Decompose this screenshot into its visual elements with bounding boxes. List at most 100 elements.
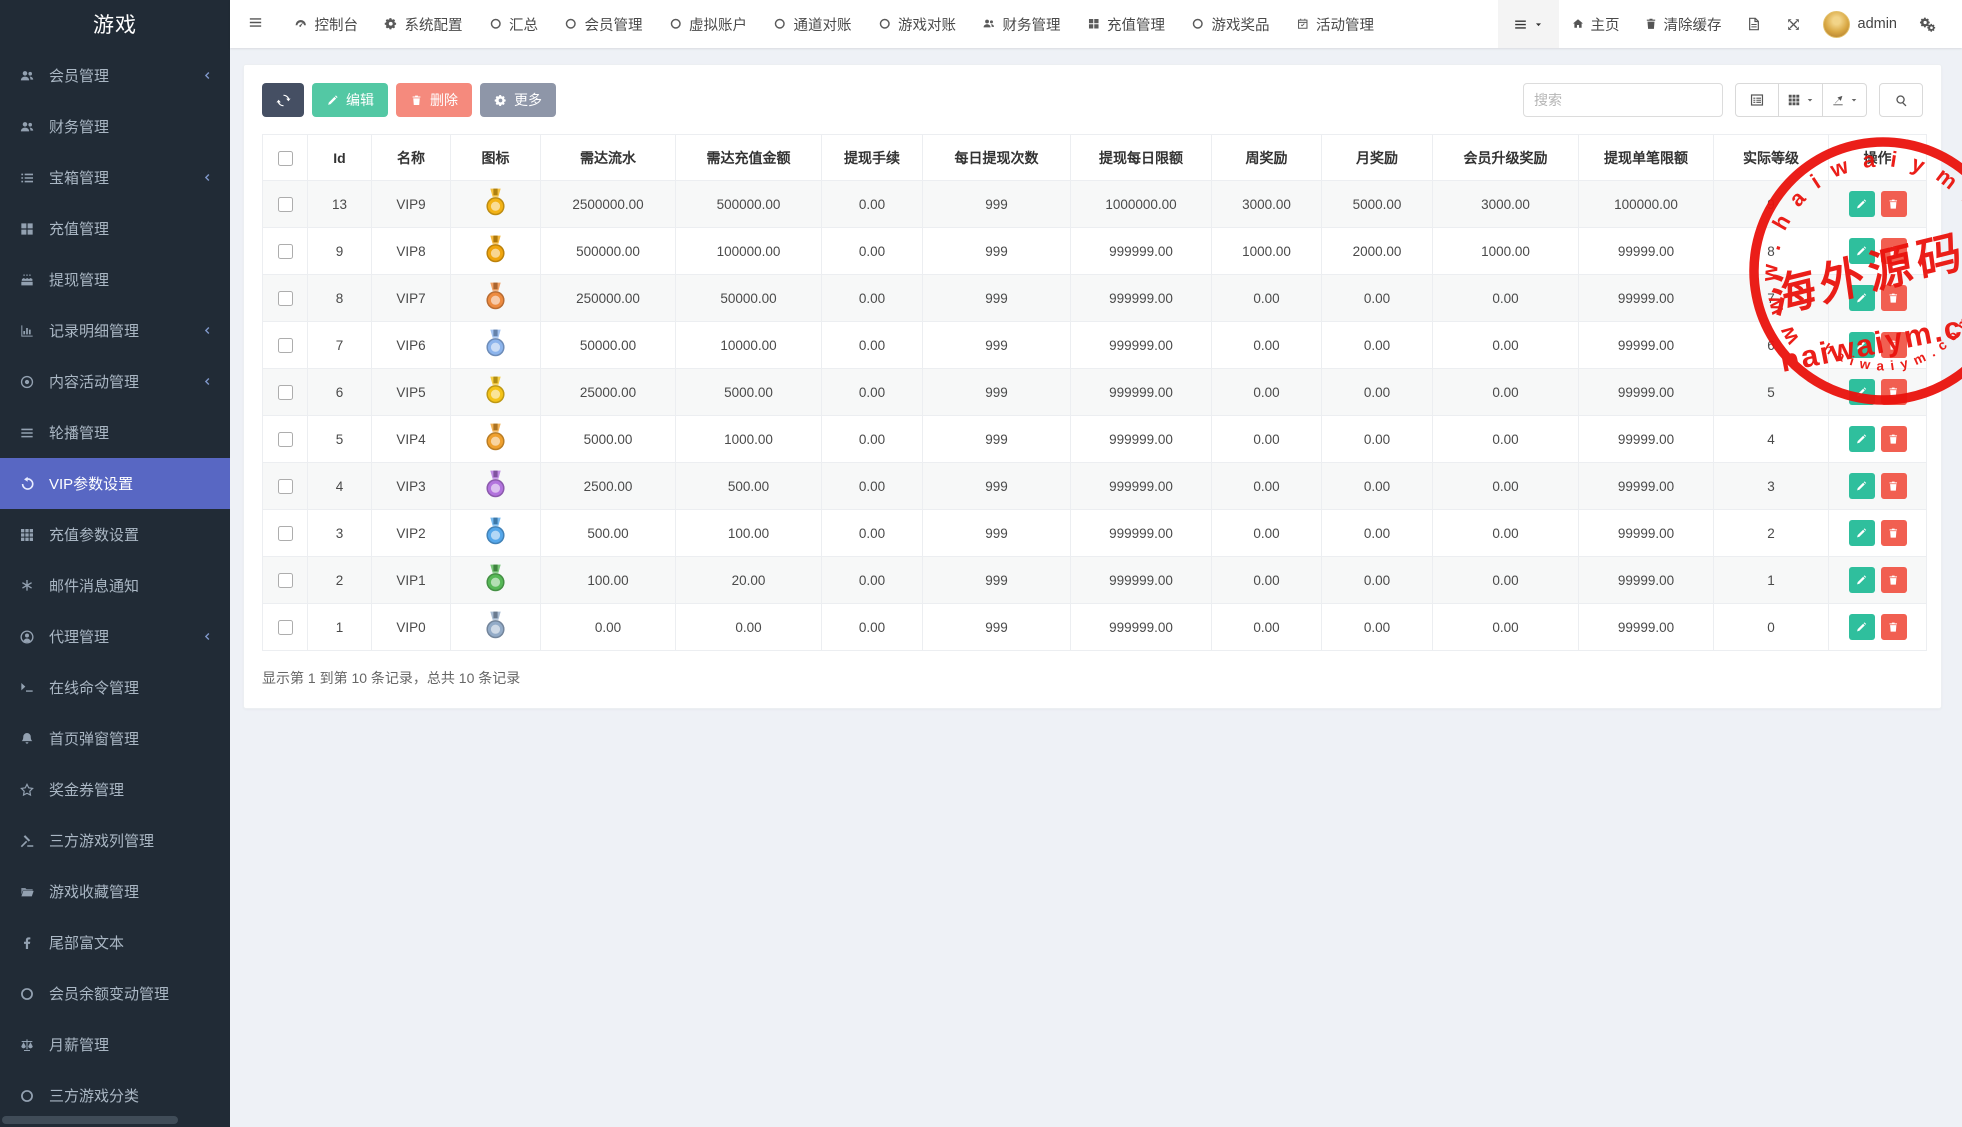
home-button[interactable]: 主页 — [1559, 0, 1632, 48]
sidebar-item-recharge-mgmt[interactable]: 充值管理 — [0, 203, 230, 254]
cell-value: 9 — [1714, 181, 1829, 228]
user-menu[interactable]: admin — [1813, 11, 1908, 38]
row-edit-button[interactable] — [1849, 426, 1875, 452]
row-checkbox[interactable] — [278, 244, 293, 259]
row-delete-button[interactable] — [1881, 614, 1907, 640]
row-checkbox[interactable] — [278, 338, 293, 353]
sidebar-item-content-activity-mgmt[interactable]: 内容活动管理 — [0, 356, 230, 407]
row-checkbox[interactable] — [278, 526, 293, 541]
row-checkbox[interactable] — [278, 573, 293, 588]
sidebar-item-third-game-category[interactable]: 三方游戏分类 — [0, 1070, 230, 1121]
sidebar-item-online-command-mgmt[interactable]: 在线命令管理 — [0, 662, 230, 713]
row-delete-button[interactable] — [1881, 473, 1907, 499]
row-delete-button[interactable] — [1881, 191, 1907, 217]
row-delete-button[interactable] — [1881, 238, 1907, 264]
row-edit-button[interactable] — [1849, 332, 1875, 358]
sidebar-item-bonus-coupon-mgmt[interactable]: 奖金券管理 — [0, 764, 230, 815]
nav-item-game-prizes[interactable]: 游戏奖品 — [1178, 0, 1283, 48]
cell-name: VIP2 — [372, 510, 451, 557]
nav-item-activity-mgmt[interactable]: 活动管理 — [1283, 0, 1388, 48]
search-input[interactable] — [1523, 83, 1723, 117]
more-button[interactable]: 更多 — [480, 83, 556, 117]
row-checkbox[interactable] — [278, 385, 293, 400]
export-button[interactable] — [1823, 83, 1867, 117]
row-delete-button[interactable] — [1881, 379, 1907, 405]
sidebar-toggle-button[interactable] — [230, 14, 281, 34]
nav-item-console[interactable]: 控制台 — [281, 0, 371, 48]
row-delete-button[interactable] — [1881, 332, 1907, 358]
row-edit-button[interactable] — [1849, 379, 1875, 405]
search-button[interactable] — [1879, 83, 1923, 117]
columns-button[interactable] — [1779, 83, 1823, 117]
clear-cache-button[interactable]: 清除缓存 — [1632, 0, 1734, 48]
cell-value: 0.00 — [1322, 322, 1433, 369]
row-edit-button[interactable] — [1849, 191, 1875, 217]
row-checkbox[interactable] — [278, 197, 293, 212]
pencil-icon — [1855, 245, 1868, 258]
cell-value: 999999.00 — [1071, 510, 1212, 557]
sidebar-item-mail-notify[interactable]: 邮件消息通知 — [0, 560, 230, 611]
sidebar-item-record-detail-mgmt[interactable]: 记录明细管理 — [0, 305, 230, 356]
row-checkbox[interactable] — [278, 620, 293, 635]
refresh-button[interactable] — [262, 83, 304, 117]
cell-value: 100000.00 — [676, 228, 822, 275]
column-header: 提现手续 — [822, 135, 923, 181]
caret-down-icon — [1805, 95, 1815, 105]
cell-value: 0 — [1714, 604, 1829, 651]
sidebar-item-treasure-mgmt[interactable]: 宝箱管理 — [0, 152, 230, 203]
nav-item-game-reconcile[interactable]: 游戏对账 — [865, 0, 970, 48]
nav-item-channel-reconcile[interactable]: 通道对账 — [760, 0, 865, 48]
row-checkbox[interactable] — [278, 432, 293, 447]
row-edit-button[interactable] — [1849, 614, 1875, 640]
row-checkbox[interactable] — [278, 291, 293, 306]
row-edit-button[interactable] — [1849, 238, 1875, 264]
cell-name: VIP0 — [372, 604, 451, 651]
sidebar-scrollbar[interactable] — [2, 1116, 178, 1124]
chart-icon — [19, 323, 35, 339]
detail-view-button[interactable] — [1735, 83, 1779, 117]
row-checkbox[interactable] — [278, 479, 293, 494]
sidebar-item-vip-params[interactable]: VIP参数设置 — [0, 458, 230, 509]
cell-value: 0.00 — [1212, 604, 1322, 651]
row-delete-button[interactable] — [1881, 520, 1907, 546]
circle-o-icon — [19, 1088, 35, 1104]
delete-button[interactable]: 删除 — [396, 83, 472, 117]
select-all-checkbox[interactable] — [278, 151, 293, 166]
sidebar-item-monthly-salary-mgmt[interactable]: 月薪管理 — [0, 1019, 230, 1070]
sidebar-item-carousel-mgmt[interactable]: 轮播管理 — [0, 407, 230, 458]
trash-icon — [1887, 198, 1900, 211]
sidebar-item-home-popup-mgmt[interactable]: 首页弹窗管理 — [0, 713, 230, 764]
sidebar-item-footer-richtext[interactable]: 尾部富文本 — [0, 917, 230, 968]
cell-value: 0.00 — [1212, 416, 1322, 463]
sidebar-item-withdraw-mgmt[interactable]: 提现管理 — [0, 254, 230, 305]
row-delete-button[interactable] — [1881, 567, 1907, 593]
sidebar-item-game-favorites-mgmt[interactable]: 游戏收藏管理 — [0, 866, 230, 917]
row-delete-button[interactable] — [1881, 426, 1907, 452]
sidebar-item-third-game-list-mgmt[interactable]: 三方游戏列管理 — [0, 815, 230, 866]
nav-item-summary[interactable]: 汇总 — [476, 0, 552, 48]
row-delete-button[interactable] — [1881, 285, 1907, 311]
cell-value: 0.00 — [822, 604, 923, 651]
settings-button[interactable] — [1907, 0, 1948, 48]
nav-item-virtual-account[interactable]: 虚拟账户 — [656, 0, 761, 48]
nav-menu-dropdown-button[interactable] — [1498, 0, 1559, 48]
sidebar-item-member-mgmt[interactable]: 会员管理 — [0, 50, 230, 101]
f-icon — [19, 935, 35, 951]
edit-button[interactable]: 编辑 — [312, 83, 388, 117]
nav-item-finance-mgmt[interactable]: 财务管理 — [969, 0, 1074, 48]
sidebar-item-agent-mgmt[interactable]: 代理管理 — [0, 611, 230, 662]
sidebar-item-member-balance-mgmt[interactable]: 会员余额变动管理 — [0, 968, 230, 1019]
log-button[interactable] — [1734, 0, 1774, 48]
column-header: 提现单笔限额 — [1579, 135, 1714, 181]
row-edit-button[interactable] — [1849, 473, 1875, 499]
column-header: 周奖励 — [1212, 135, 1322, 181]
nav-item-system-config[interactable]: 系统配置 — [371, 0, 476, 48]
fullscreen-button[interactable] — [1774, 0, 1813, 48]
sidebar-item-recharge-params[interactable]: 充值参数设置 — [0, 509, 230, 560]
nav-item-member-mgmt[interactable]: 会员管理 — [551, 0, 656, 48]
sidebar-item-finance-mgmt[interactable]: 财务管理 — [0, 101, 230, 152]
row-edit-button[interactable] — [1849, 285, 1875, 311]
nav-item-recharge-mgmt[interactable]: 充值管理 — [1074, 0, 1179, 48]
row-edit-button[interactable] — [1849, 520, 1875, 546]
row-edit-button[interactable] — [1849, 567, 1875, 593]
